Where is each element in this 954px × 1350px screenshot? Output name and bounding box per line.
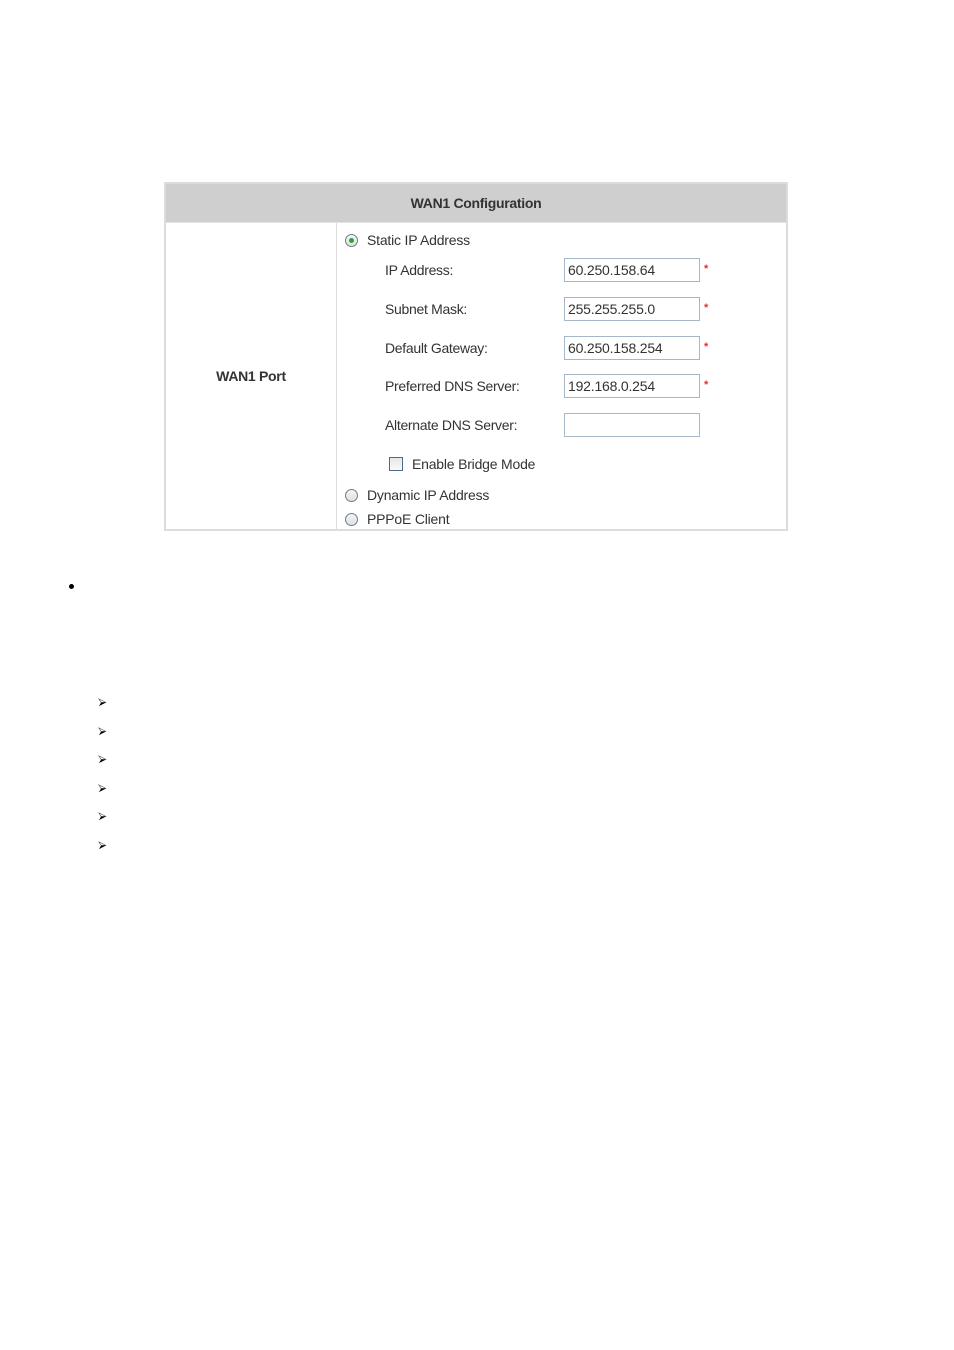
- arrowhead-bullet-icon: [98, 783, 107, 792]
- ip-address-label: IP Address:: [385, 262, 454, 278]
- required-marker: *: [704, 263, 709, 275]
- port-label: WAN1 Port: [216, 368, 286, 384]
- radio-label: Static IP Address: [367, 232, 470, 248]
- arrowhead-bullet-icon: [98, 698, 107, 707]
- arrowhead-bullet-icon: [98, 755, 107, 764]
- arrowhead-bullet-icon: [98, 726, 107, 735]
- radio-pppoe-client[interactable]: PPPoE Client: [345, 511, 450, 527]
- preferred-dns-label: Preferred DNS Server:: [385, 378, 520, 394]
- preferred-dns-input[interactable]: [564, 374, 700, 398]
- radio-selected-icon[interactable]: [345, 233, 358, 247]
- table-header: WAN1 Configuration: [166, 184, 786, 223]
- radio-unselected-icon[interactable]: [345, 512, 358, 526]
- port-settings-cell: Static IP Address IP Address: * Subnet M…: [337, 223, 786, 529]
- checkbox-unchecked-icon[interactable]: [389, 457, 403, 471]
- arrowhead-bullet-icon: [98, 841, 107, 850]
- alternate-dns-input[interactable]: [564, 413, 700, 437]
- table-title: WAN1 Configuration: [410, 195, 542, 211]
- radio-static-ip[interactable]: Static IP Address: [345, 232, 470, 248]
- default-gateway-label: Default Gateway:: [385, 340, 488, 356]
- radio-label: Dynamic IP Address: [367, 487, 490, 503]
- checkbox-label: Enable Bridge Mode: [412, 456, 536, 472]
- port-label-cell: WAN1 Port: [166, 223, 337, 529]
- ip-address-input[interactable]: [564, 258, 700, 282]
- radio-dynamic-ip[interactable]: Dynamic IP Address: [345, 487, 489, 503]
- default-gateway-input[interactable]: [564, 336, 700, 360]
- required-marker: *: [704, 302, 709, 314]
- subnet-mask-input[interactable]: [564, 297, 700, 321]
- radio-unselected-icon[interactable]: [345, 488, 358, 502]
- enable-bridge-mode-checkbox[interactable]: Enable Bridge Mode: [389, 456, 535, 472]
- radio-label: PPPoE Client: [367, 511, 450, 527]
- required-marker: *: [704, 341, 709, 353]
- subnet-mask-label: Subnet Mask:: [385, 301, 467, 317]
- required-marker: *: [704, 379, 709, 391]
- alternate-dns-label: Alternate DNS Server:: [385, 417, 518, 433]
- arrowhead-bullet-icon: [98, 812, 107, 821]
- round-bullet-icon: [69, 584, 74, 589]
- wan1-configuration-table: WAN1 Configuration WAN1 Port Static IP A…: [164, 182, 788, 531]
